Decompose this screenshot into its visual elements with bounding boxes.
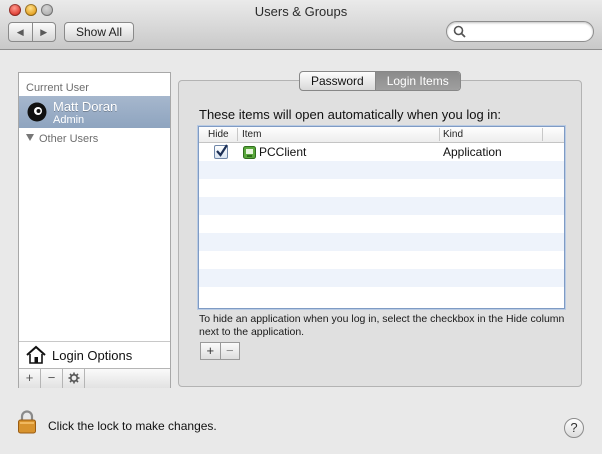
login-options-item[interactable]: Login Options — [19, 341, 170, 368]
login-items-table[interactable]: Hide Item Kind PCClient Application — [198, 126, 565, 309]
show-all-button[interactable]: Show All — [64, 22, 134, 42]
table-row-empty — [199, 197, 564, 215]
column-header-hide[interactable]: Hide — [208, 129, 229, 140]
action-menu-button[interactable] — [63, 369, 85, 388]
table-row-empty — [199, 161, 564, 179]
column-header-kind[interactable]: Kind — [443, 129, 463, 140]
table-row-empty — [199, 269, 564, 287]
column-divider — [237, 128, 238, 141]
lock-label: Click the lock to make changes. — [48, 419, 217, 433]
checkmark-icon — [216, 144, 228, 157]
table-row-empty — [199, 251, 564, 269]
table-row-empty — [199, 233, 564, 251]
back-arrow-icon[interactable]: ◀ — [9, 23, 32, 41]
help-button[interactable]: ? — [564, 418, 584, 438]
house-icon — [26, 345, 46, 364]
window: Users & Groups ◀ ▶ Show All Current User… — [0, 0, 602, 454]
forward-arrow-icon[interactable]: ▶ — [31, 23, 56, 41]
column-header-item[interactable]: Item — [242, 129, 261, 140]
window-title: Users & Groups — [254, 4, 348, 19]
column-divider — [542, 128, 543, 141]
other-users-group[interactable]: Other Users — [26, 133, 98, 145]
remove-login-item-button[interactable]: − — [219, 343, 240, 359]
table-row-empty — [199, 179, 564, 197]
tab-password[interactable]: Password — [300, 72, 375, 90]
back-forward-control: ◀ ▶ — [8, 22, 56, 42]
current-user-header: Current User — [26, 82, 89, 94]
application-icon — [243, 146, 256, 159]
hide-hint-text: To hide an application when you log in, … — [199, 313, 565, 338]
current-user-role: Admin — [53, 114, 85, 126]
disclosure-triangle-icon — [26, 134, 34, 141]
login-options-label: Login Options — [52, 348, 133, 363]
add-login-item-button[interactable]: + — [201, 343, 220, 359]
search-icon — [453, 25, 466, 38]
add-remove-control: + − — [200, 342, 240, 360]
users-sidebar: Current User Matt Doran Admin Other User… — [18, 72, 171, 388]
hide-checkbox[interactable] — [214, 144, 228, 159]
other-users-label: Other Users — [39, 133, 99, 145]
search-field[interactable] — [446, 21, 594, 42]
table-row[interactable]: PCClient Application — [199, 143, 564, 161]
remove-user-button[interactable]: − — [41, 369, 63, 388]
current-user-row[interactable]: Matt Doran Admin — [19, 96, 170, 128]
column-divider — [439, 128, 440, 141]
lock-icon[interactable] — [17, 410, 37, 434]
table-row-empty — [199, 287, 564, 305]
toolbar: Users & Groups ◀ ▶ Show All — [0, 0, 602, 50]
table-header: Hide Item Kind — [199, 127, 564, 143]
current-user-name: Matt Doran — [53, 99, 118, 114]
search-input[interactable] — [469, 24, 589, 40]
add-user-button[interactable]: + — [19, 369, 41, 388]
table-row-empty — [199, 215, 564, 233]
avatar-icon — [27, 102, 47, 122]
tab-login-items[interactable]: Login Items — [374, 72, 460, 90]
gear-icon — [68, 372, 79, 384]
row-item-name: PCClient — [259, 145, 307, 159]
login-items-intro: These items will open automatically when… — [199, 107, 502, 122]
tab-bar: Password Login Items — [299, 71, 461, 91]
sidebar-button-bar: + − — [19, 368, 170, 388]
row-item-kind: Application — [443, 145, 502, 159]
